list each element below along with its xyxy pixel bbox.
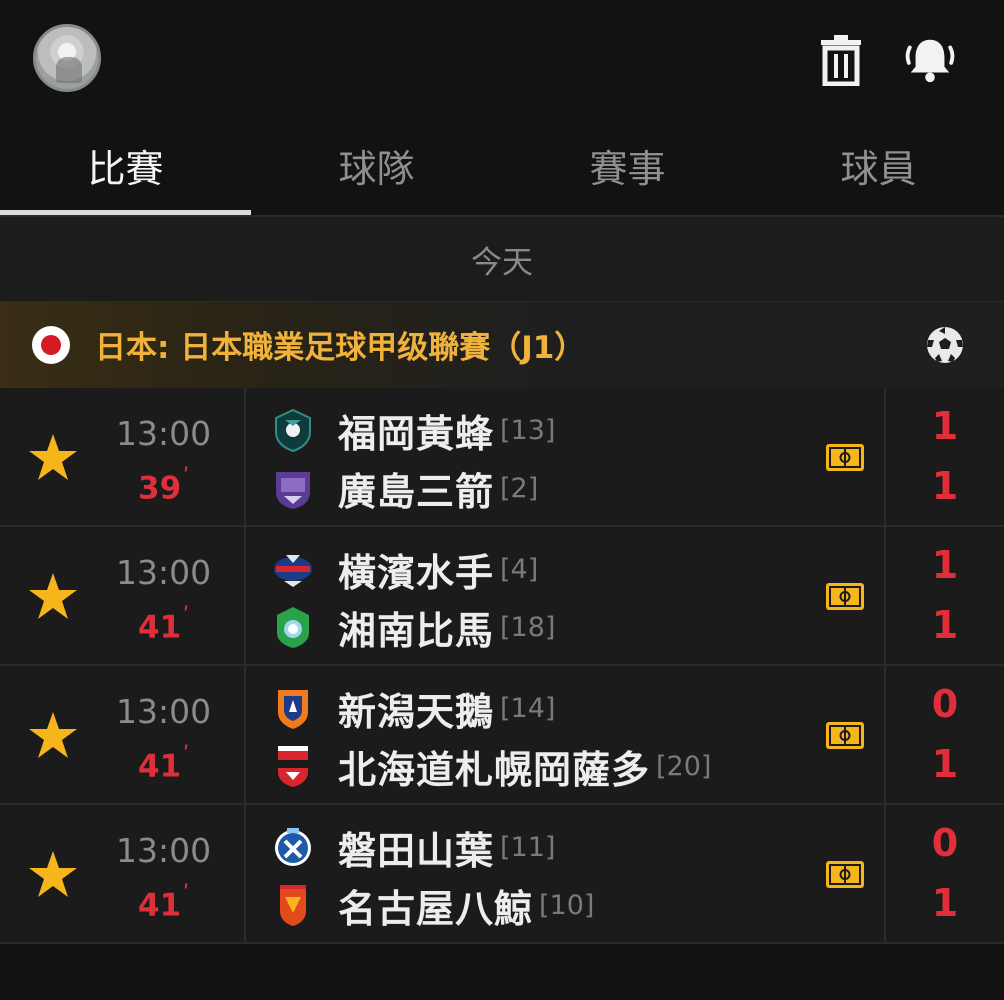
team-rank: [4] — [500, 553, 539, 585]
consadole-sapporo-crest-icon — [278, 746, 308, 787]
tab-competitions[interactable]: 賽事 — [502, 118, 753, 213]
match-time-column: 13:00 41 ʹ — [0, 527, 246, 664]
date-label: 今天 — [471, 244, 533, 281]
kickoff-time: 13:00 — [116, 692, 212, 731]
avispa-fukuoka-crest-icon — [275, 408, 311, 452]
score-column: 0 1 — [884, 666, 1004, 803]
live-minute: 41 ʹ — [138, 881, 190, 924]
soccer-ball-icon — [925, 325, 965, 365]
away-score: 1 — [931, 603, 959, 647]
team-name: 湘南比馬 — [338, 608, 495, 653]
score-column: 1 1 — [884, 527, 1004, 664]
away-score: 1 — [931, 881, 959, 925]
live-pitch-icon[interactable] — [826, 583, 864, 610]
score-column: 1 1 — [884, 388, 1004, 525]
live-minute: 39 ʹ — [138, 464, 190, 507]
away-team: 廣島三箭 [2] — [272, 462, 538, 514]
yokohama-marinos-crest-icon — [274, 555, 312, 587]
favorite-star-icon[interactable] — [28, 433, 78, 481]
team-rank: [18] — [500, 611, 556, 643]
home-score: 0 — [931, 682, 959, 726]
score-column: 0 1 — [884, 805, 1004, 942]
match-time-column: 13:00 41 ʹ — [0, 666, 246, 803]
favorite-star-icon[interactable] — [28, 572, 78, 620]
sanfrecce-hiroshima-crest-icon — [276, 472, 310, 509]
bell-icon[interactable] — [904, 34, 956, 86]
home-team: 橫濱水手 [4] — [272, 543, 538, 595]
live-minute: 41 ʹ — [138, 742, 190, 785]
team-rank: [10] — [539, 889, 595, 921]
shonan-bellmare-crest-icon — [277, 607, 309, 648]
match-row[interactable]: 13:00 41 ʹ 橫濱水手 [4] 湘南比馬 [18] 1 1 — [0, 527, 1004, 666]
team-rank: [11] — [500, 831, 556, 863]
team-name: 橫濱水手 — [338, 550, 495, 595]
albirex-niigata-crest-icon — [278, 690, 308, 729]
away-team: 北海道札幌岡薩多 [20] — [272, 740, 711, 792]
team-name: 廣島三箭 — [338, 469, 495, 514]
team-name: 北海道札幌岡薩多 — [338, 747, 651, 792]
jubilo-iwata-crest-icon — [275, 828, 311, 866]
tab-teams[interactable]: 球隊 — [251, 118, 502, 213]
away-score: 1 — [931, 742, 959, 786]
kickoff-time: 13:00 — [116, 553, 212, 592]
live-pitch-icon[interactable] — [826, 861, 864, 888]
live-minute: 41 ʹ — [138, 603, 190, 646]
tab-players[interactable]: 球員 — [753, 118, 1004, 213]
favorite-star-icon[interactable] — [28, 850, 78, 898]
team-rank: [13] — [500, 414, 556, 446]
league-title: 日本: 日本職業足球甲级聯賽（J1） — [95, 330, 586, 366]
trash-icon[interactable] — [815, 34, 867, 86]
match-row[interactable]: 13:00 41 ʹ 磐田山葉 [11] 名古屋八鯨 [10] 0 1 — [0, 805, 1004, 944]
home-score: 1 — [931, 404, 959, 448]
kickoff-time: 13:00 — [116, 414, 212, 453]
kickoff-time: 13:00 — [116, 831, 212, 870]
match-row[interactable]: 13:00 39 ʹ 福岡黃蜂 [13] 廣島三箭 [2] 1 1 — [0, 388, 1004, 527]
team-rank: [2] — [500, 472, 539, 504]
favorite-star-icon[interactable] — [28, 711, 78, 759]
home-team: 福岡黃蜂 [13] — [272, 404, 555, 456]
league-header[interactable]: 日本: 日本職業足球甲级聯賽（J1） — [0, 301, 1004, 389]
avatar[interactable] — [33, 24, 101, 92]
away-team: 湘南比馬 [18] — [272, 601, 555, 653]
live-pitch-icon[interactable] — [826, 444, 864, 471]
home-score: 0 — [931, 821, 959, 865]
away-team: 名古屋八鯨 [10] — [272, 879, 594, 931]
team-name: 福岡黃蜂 — [338, 411, 495, 456]
top-bar — [0, 0, 1004, 118]
away-score: 1 — [931, 464, 959, 508]
team-name: 新潟天鵝 — [338, 689, 495, 734]
date-header: 今天 — [0, 217, 1004, 301]
team-rank: [14] — [500, 692, 556, 724]
tab-bar: 比賽 球隊 賽事 球員 — [0, 118, 1004, 217]
home-team: 新潟天鵝 [14] — [272, 682, 555, 734]
match-time-column: 13:00 39 ʹ — [0, 388, 246, 525]
team-rank: [20] — [656, 750, 712, 782]
live-pitch-icon[interactable] — [826, 722, 864, 749]
home-team: 磐田山葉 [11] — [272, 821, 555, 873]
nagoya-grampus-crest-icon — [280, 885, 306, 926]
match-row[interactable]: 13:00 41 ʹ 新潟天鵝 [14] 北海道札幌岡薩多 [20] 0 1 — [0, 666, 1004, 805]
match-time-column: 13:00 41 ʹ — [0, 805, 246, 942]
team-name: 名古屋八鯨 — [338, 886, 534, 931]
japan-flag-icon — [32, 326, 70, 364]
tab-matches[interactable]: 比賽 — [0, 118, 251, 215]
home-score: 1 — [931, 543, 959, 587]
team-name: 磐田山葉 — [338, 828, 495, 873]
match-list: 13:00 39 ʹ 福岡黃蜂 [13] 廣島三箭 [2] 1 1 13:00 4… — [0, 388, 1004, 944]
